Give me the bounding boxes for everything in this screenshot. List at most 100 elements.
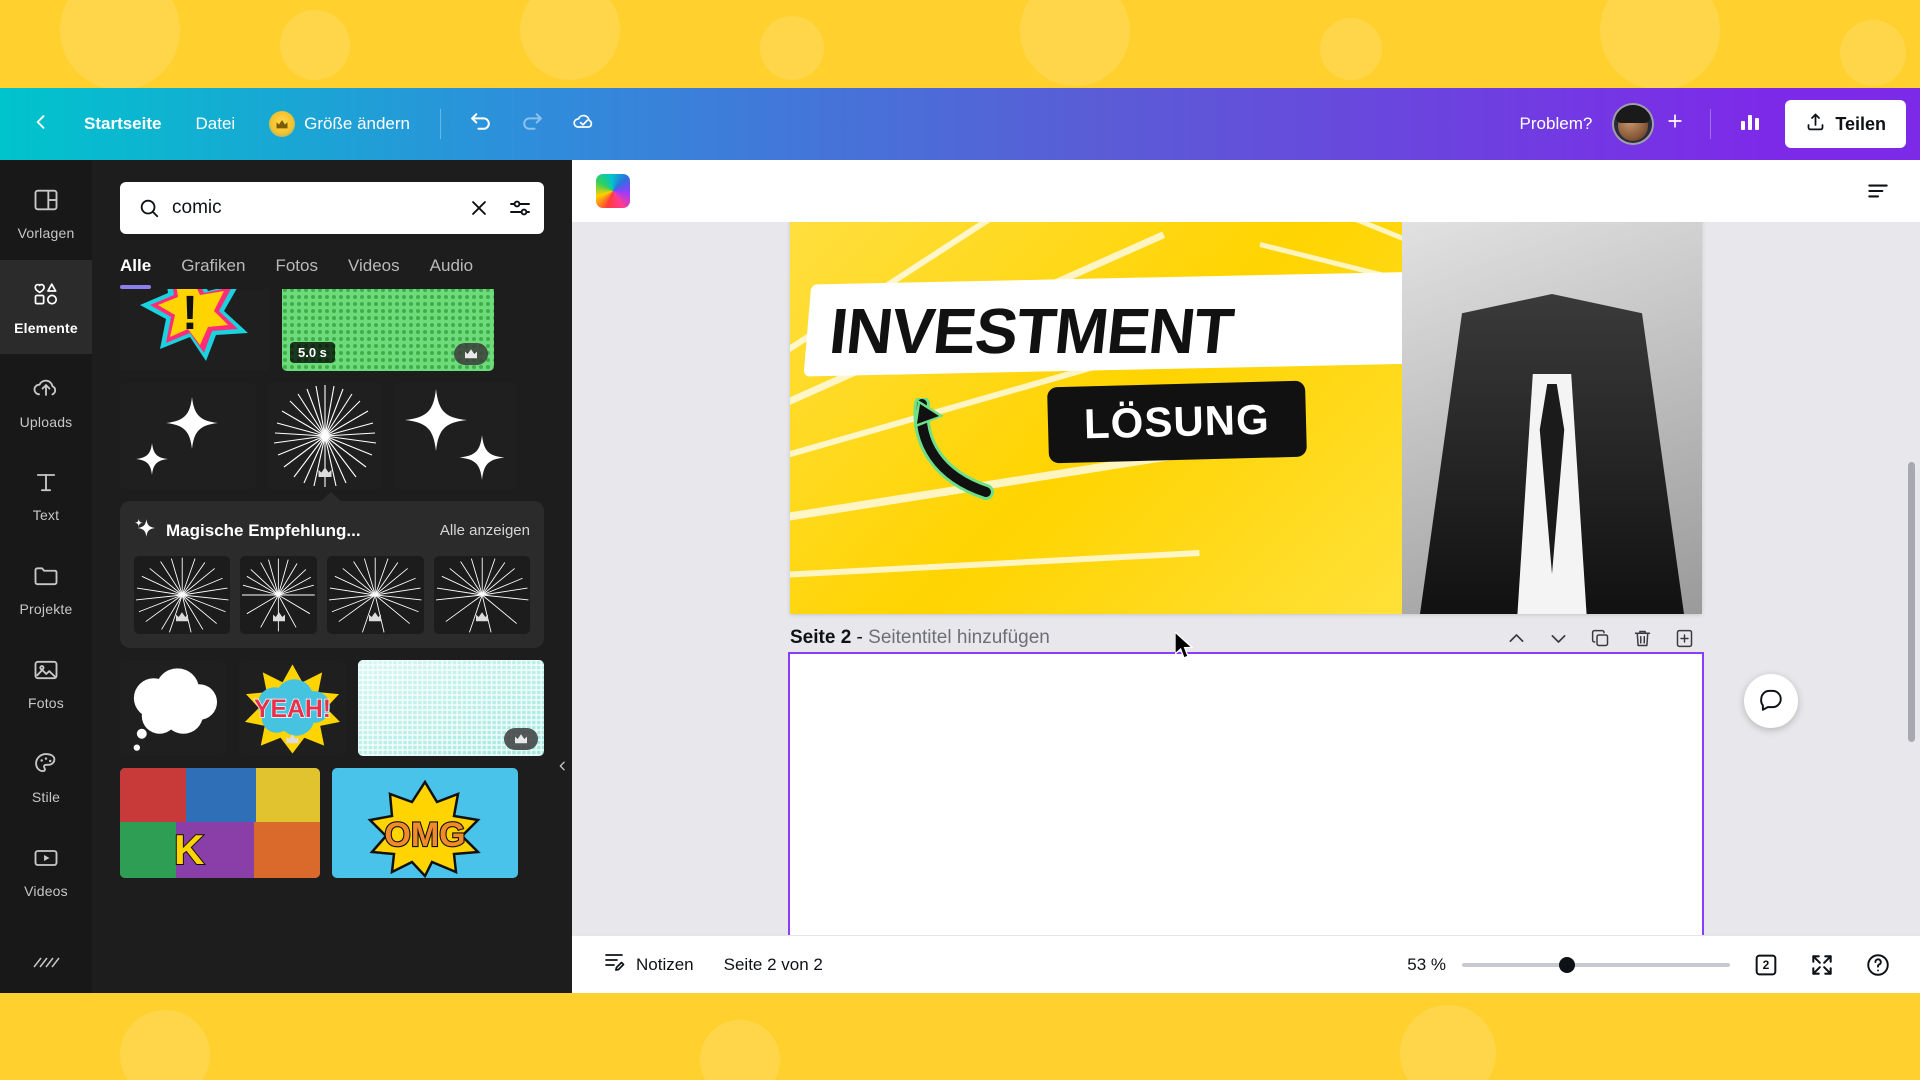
sidebar-item-fotos[interactable]: Fotos	[0, 636, 92, 730]
avatar[interactable]	[1612, 103, 1655, 145]
file-label: Datei	[195, 114, 236, 133]
editor-body: Vorlagen Elemente Uploads Text Projekte …	[0, 160, 1920, 993]
tab-label: Audio	[429, 256, 474, 275]
zoom-slider[interactable]	[1462, 956, 1730, 973]
wallpaper-blob	[760, 16, 824, 80]
palette-icon	[32, 750, 60, 783]
magic-recommendation-card: Magische Empfehlung... Alle anzeigen	[120, 492, 544, 648]
wallpaper-blob	[1600, 0, 1720, 90]
magic-see-all-link[interactable]: Alle anzeigen	[440, 522, 530, 539]
sidebar-item-uploads[interactable]: Uploads	[0, 354, 92, 448]
canvas-scrollbar[interactable]	[1908, 462, 1915, 742]
wallpaper-blob	[1400, 1005, 1496, 1080]
search-icon	[138, 197, 160, 219]
saved-status-button[interactable]	[561, 101, 607, 147]
page1-badge: LÖSUNG	[1047, 380, 1307, 464]
wallpaper-blob	[1320, 18, 1382, 80]
element-tile-omg-sticker[interactable]: OMG	[332, 768, 518, 878]
element-tile-green-video[interactable]: 5.0 s	[282, 289, 494, 371]
magic-card-title: Magische Empfehlung...	[166, 520, 361, 540]
help-button[interactable]	[1858, 945, 1898, 985]
rainbow-swatch-icon[interactable]	[596, 174, 630, 208]
design-page-1[interactable]: INVESTMENT LÖSUNG	[790, 222, 1702, 614]
pro-crown-badge	[275, 728, 309, 750]
grid-view-button[interactable]: 2	[1746, 945, 1786, 985]
sidebar-item-more[interactable]	[0, 918, 92, 993]
tab-label: Grafiken	[181, 256, 246, 275]
tune-icon[interactable]	[1860, 173, 1896, 209]
search-input[interactable]	[172, 197, 456, 219]
element-tile-halftone-photo[interactable]	[357, 660, 545, 756]
notes-icon	[602, 950, 626, 979]
sidebar-label: Uploads	[19, 413, 73, 430]
elements-panel: Alle Grafiken Fotos Videos Audio !	[92, 160, 572, 993]
undo-button[interactable]	[457, 101, 503, 147]
resize-button[interactable]: Größe ändern	[255, 103, 424, 145]
delete-page-button[interactable]	[1624, 620, 1660, 656]
add-page-button[interactable]	[1666, 620, 1702, 656]
pages-count-badge: 2	[1762, 958, 1770, 973]
page-2-title[interactable]: Seite 2 - Seitentitel hinzufügen	[790, 627, 1050, 649]
back-button[interactable]	[18, 101, 64, 147]
element-tile-speech-cloud[interactable]	[120, 660, 227, 756]
folder-icon	[32, 562, 60, 595]
magic-item-burst-1[interactable]	[134, 556, 231, 634]
element-tile-comic-collage[interactable]: K	[120, 768, 320, 878]
zoom-slider-knob[interactable]	[1558, 956, 1575, 973]
tab-grafiken[interactable]: Grafiken	[181, 256, 245, 289]
sidebar-item-text[interactable]: Text	[0, 448, 92, 542]
sidebar-item-videos[interactable]: Videos	[0, 824, 92, 918]
sidebar-label: Fotos	[27, 694, 64, 711]
file-menu-button[interactable]: Datei	[181, 103, 249, 145]
magic-item-burst-3[interactable]	[327, 556, 424, 634]
move-page-up-button[interactable]	[1498, 620, 1534, 656]
ray	[790, 550, 1200, 578]
notes-button[interactable]: Notizen	[590, 945, 706, 985]
comment-button[interactable]	[1744, 674, 1798, 728]
search-box[interactable]	[120, 182, 544, 234]
tab-alle[interactable]: Alle	[120, 256, 152, 289]
results-row	[120, 383, 544, 489]
upload-icon	[1805, 111, 1826, 137]
design-page-2[interactable]	[788, 652, 1704, 935]
sidebar-item-projekte[interactable]: Projekte	[0, 542, 92, 636]
canvas-scroll-region[interactable]: INVESTMENT LÖSUNG Seite 2 - Seitentitel …	[572, 222, 1920, 935]
sliders-icon[interactable]	[508, 196, 532, 220]
plus-icon	[1665, 110, 1685, 138]
add-collaborator-button[interactable]	[1656, 105, 1694, 143]
fullscreen-button[interactable]	[1802, 945, 1842, 985]
share-button[interactable]: Teilen	[1785, 100, 1906, 148]
resize-label: Größe ändern	[304, 114, 411, 133]
tab-fotos[interactable]: Fotos	[275, 256, 318, 289]
share-label: Teilen	[1835, 113, 1886, 134]
problem-label: Problem?	[1519, 114, 1593, 133]
move-page-down-button[interactable]	[1540, 620, 1576, 656]
problem-button[interactable]: Problem?	[1506, 103, 1607, 145]
sidebar-label: Videos	[24, 882, 68, 899]
element-tile-four-point-star[interactable]	[394, 383, 516, 489]
magic-item-burst-4[interactable]	[433, 556, 530, 634]
sidebar-item-vorlagen[interactable]: Vorlagen	[0, 166, 92, 260]
wallpaper-blob	[60, 0, 180, 90]
sidebar-item-elemente[interactable]: Elemente	[0, 260, 92, 354]
element-tile-comic-burst[interactable]: !	[120, 289, 270, 371]
element-tile-radial-burst[interactable]	[268, 383, 382, 489]
collapse-panel-button[interactable]	[551, 738, 572, 794]
element-tile-yeah-sticker[interactable]: YEAH!	[238, 660, 346, 756]
insights-button[interactable]	[1727, 101, 1773, 147]
home-button[interactable]: Startseite	[70, 103, 175, 145]
comment-icon	[1758, 686, 1784, 717]
page1-banner: INVESTMENT LÖSUNG	[790, 222, 1702, 614]
element-tile-sparkle-stars[interactable]	[120, 383, 256, 489]
redo-button[interactable]	[509, 101, 555, 147]
search-results: ! 5.0 s Magische Empfehlung... Alle anze…	[92, 289, 572, 993]
magic-card-items	[134, 556, 530, 634]
tab-label: Alle	[120, 256, 152, 275]
page-2-separator: -	[851, 627, 869, 648]
tab-audio[interactable]: Audio	[430, 256, 473, 289]
duplicate-page-button[interactable]	[1582, 620, 1618, 656]
sidebar-item-stile[interactable]: Stile	[0, 730, 92, 824]
clear-search-button[interactable]	[468, 197, 490, 219]
tab-videos[interactable]: Videos	[348, 256, 400, 289]
magic-item-burst-2[interactable]	[240, 556, 318, 634]
